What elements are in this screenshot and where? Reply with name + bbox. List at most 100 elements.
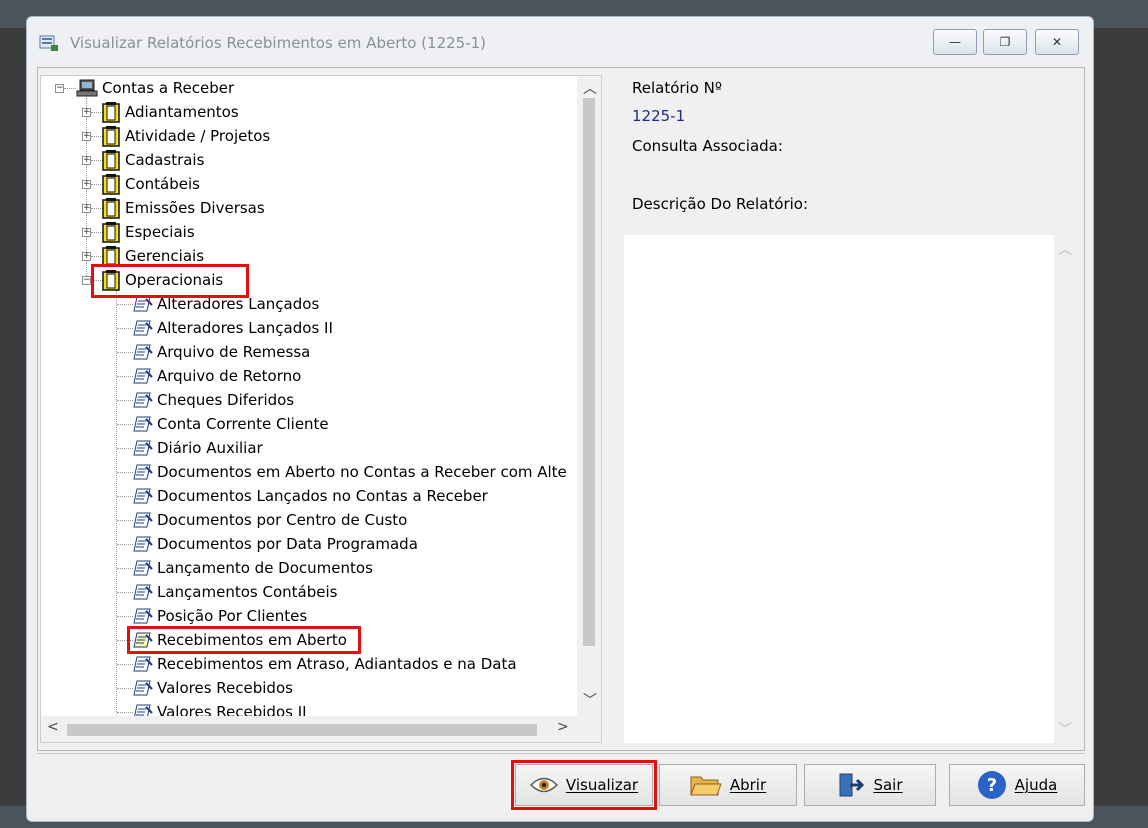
tree-report[interactable]: Documentos Lançados no Contas a Receber xyxy=(117,484,488,508)
highlight-recebimentos-em-aberto xyxy=(127,626,361,654)
expand-icon[interactable]: + xyxy=(82,251,91,261)
tree-connector xyxy=(91,159,101,161)
report-icon xyxy=(133,343,153,361)
report-icon xyxy=(133,391,153,409)
folder-label: Contábeis xyxy=(125,175,200,193)
description-textarea[interactable] xyxy=(624,235,1054,743)
expand-icon[interactable]: + xyxy=(82,155,91,165)
tree-connector xyxy=(117,567,133,569)
tree-horizontal-scrollbar[interactable]: < > xyxy=(41,716,577,742)
close-button[interactable]: ✕ xyxy=(1035,29,1079,55)
tree-connector xyxy=(117,519,133,521)
folder-icon xyxy=(101,101,121,123)
tree-folder[interactable]: + Especiais xyxy=(82,220,195,244)
open-button-label: Abrir xyxy=(729,776,767,794)
tree-rows: − Contas a Receber + Adiantamentos + Ati… xyxy=(41,76,577,716)
report-label: Valores Recebidos xyxy=(157,679,293,697)
tree-report[interactable]: Diário Auxiliar xyxy=(117,436,263,460)
window-title: Visualizar Relatórios Recebimentos em Ab… xyxy=(70,34,487,52)
folder-label: Adiantamentos xyxy=(125,103,239,121)
tree-connector xyxy=(64,87,76,89)
folder-icon xyxy=(101,221,121,243)
tree-connector xyxy=(91,255,101,257)
scroll-left-icon[interactable]: < xyxy=(47,719,59,735)
tree-report[interactable]: Posição Por Clientes xyxy=(117,604,307,628)
report-icon xyxy=(133,463,153,481)
minimize-icon: — xyxy=(949,35,961,49)
scroll-up-icon[interactable]: ︿ xyxy=(1058,239,1072,259)
expand-icon[interactable]: + xyxy=(82,107,91,117)
tree-folder[interactable]: + Emissões Diversas xyxy=(82,196,265,220)
button-bar: Visualizar Abrir Sair ? Ajuda xyxy=(37,753,1085,814)
svg-text:?: ? xyxy=(986,775,996,796)
tree-folder[interactable]: + Atividade / Projetos xyxy=(82,124,270,148)
tree-report[interactable]: Documentos por Data Programada xyxy=(117,532,418,556)
open-button[interactable]: Abrir xyxy=(659,764,797,806)
scroll-down-icon[interactable]: ﹀ xyxy=(583,690,597,710)
tree-connector xyxy=(117,447,133,449)
tree-connector xyxy=(91,111,101,113)
exit-button[interactable]: Sair xyxy=(804,764,936,806)
report-label: Documentos por Centro de Custo xyxy=(157,511,408,529)
tree-report[interactable]: Documentos em Aberto no Contas a Receber… xyxy=(117,460,567,484)
tree-report[interactable]: Arquivo de Retorno xyxy=(117,364,301,388)
help-button-label: Ajuda xyxy=(1014,776,1058,794)
tree-folder[interactable]: + Contábeis xyxy=(82,172,200,196)
tree-connector xyxy=(91,135,101,137)
horizontal-scroll-thumb[interactable] xyxy=(67,724,537,736)
minimize-button[interactable]: — xyxy=(933,29,977,55)
tree-report[interactable]: Recebimentos em Atraso, Adiantados e na … xyxy=(117,652,517,676)
folder-label: Gerenciais xyxy=(125,247,205,265)
tree-report[interactable]: Alteradores Lançados II xyxy=(117,316,333,340)
description-scrollbar[interactable]: ︿ ﹀ xyxy=(1054,235,1074,743)
tree-connector xyxy=(117,663,133,665)
tree-report[interactable]: Lançamento de Documentos xyxy=(117,556,373,580)
tree-connector xyxy=(117,471,133,473)
scroll-down-icon[interactable]: ﹀ xyxy=(1058,719,1072,739)
folder-label: Emissões Diversas xyxy=(125,199,265,217)
report-tree[interactable]: − Contas a Receber + Adiantamentos + Ati… xyxy=(40,75,602,743)
folder-icon xyxy=(101,173,121,195)
report-icon xyxy=(133,607,153,625)
tree-connector xyxy=(117,687,133,689)
tree-connector xyxy=(117,351,133,353)
tree-connector xyxy=(117,399,133,401)
report-icon xyxy=(133,319,153,337)
tree-report[interactable]: Conta Corrente Cliente xyxy=(117,412,329,436)
scrollbar-corner xyxy=(577,716,601,742)
tree-root[interactable]: − Contas a Receber xyxy=(55,76,234,100)
expand-icon[interactable]: + xyxy=(82,131,91,141)
vertical-scroll-thumb[interactable] xyxy=(583,98,595,646)
title-bar[interactable]: Visualizar Relatórios Recebimentos em Ab… xyxy=(27,17,1093,67)
tree-vertical-scrollbar[interactable]: ︿ ﹀ xyxy=(577,76,601,716)
report-label: Arquivo de Remessa xyxy=(157,343,311,361)
tree-report[interactable]: Lançamentos Contábeis xyxy=(117,580,337,604)
tree-root-label: Contas a Receber xyxy=(102,79,235,97)
tree-report[interactable]: Arquivo de Remessa xyxy=(117,340,310,364)
tree-folder[interactable]: + Adiantamentos xyxy=(82,100,239,124)
close-icon: ✕ xyxy=(1051,35,1063,49)
scroll-right-icon[interactable]: > xyxy=(557,719,569,735)
expand-icon[interactable]: + xyxy=(82,227,91,237)
folder-label: Atividade / Projetos xyxy=(125,127,271,145)
report-label: Valores Recebidos II xyxy=(157,703,307,716)
tree-folder[interactable]: + Cadastrais xyxy=(82,148,204,172)
report-icon xyxy=(133,583,153,601)
tree-connector xyxy=(91,231,101,233)
tree-report[interactable]: Valores Recebidos II xyxy=(117,700,307,716)
folder-icon xyxy=(101,149,121,171)
report-icon xyxy=(133,367,153,385)
associated-query-label: Consulta Associada: xyxy=(632,137,783,155)
tree-report[interactable]: Cheques Diferidos xyxy=(117,388,294,412)
report-icon xyxy=(133,439,153,457)
expand-icon[interactable]: + xyxy=(82,179,91,189)
tree-report[interactable]: Valores Recebidos xyxy=(117,676,293,700)
collapse-icon[interactable]: − xyxy=(82,275,91,285)
collapse-icon[interactable]: − xyxy=(55,83,64,93)
expand-icon[interactable]: + xyxy=(82,203,91,213)
scroll-up-icon[interactable]: ︿ xyxy=(583,78,597,98)
restore-button[interactable]: ❐ xyxy=(983,29,1027,55)
tree-report[interactable]: Documentos por Centro de Custo xyxy=(117,508,407,532)
exit-button-label: Sair xyxy=(873,776,903,794)
help-button[interactable]: ? Ajuda xyxy=(949,764,1085,806)
